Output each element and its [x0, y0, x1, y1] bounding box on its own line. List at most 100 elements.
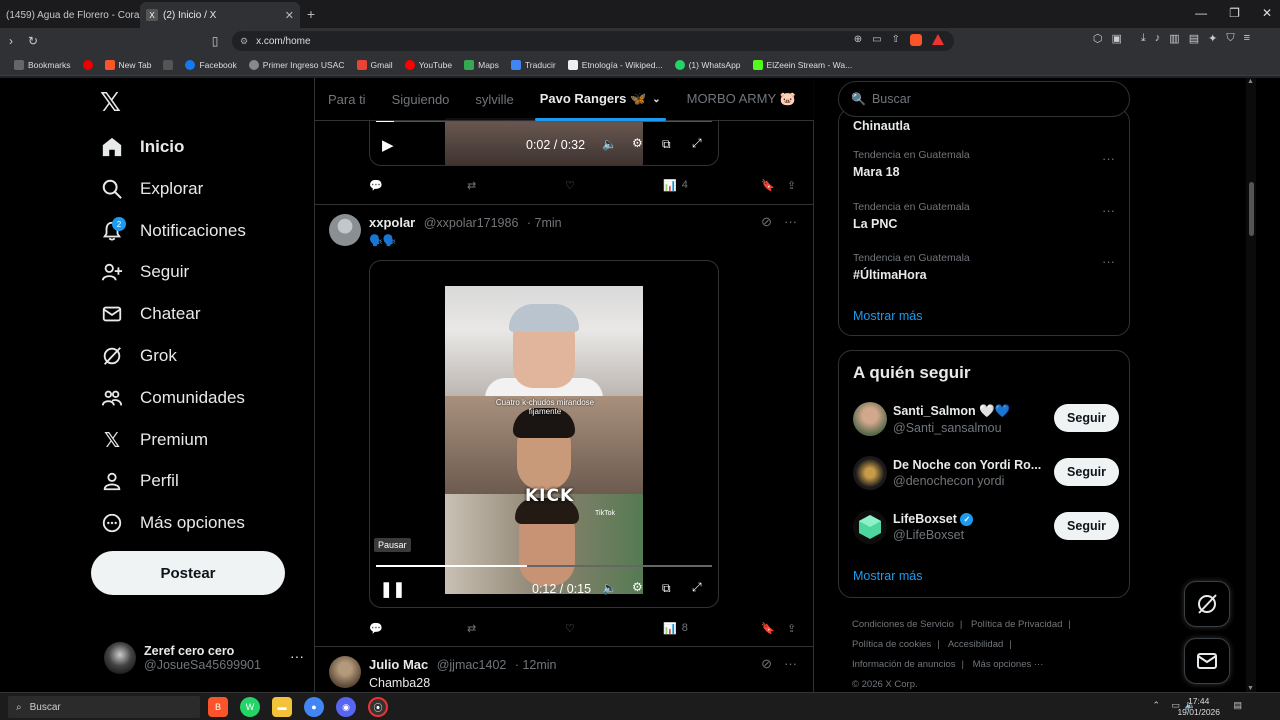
bookmark-icon[interactable]: 🔖 — [761, 622, 775, 635]
retweet-icon[interactable]: ⇄ — [467, 622, 476, 635]
tweet-author-name[interactable]: Julio Mac — [369, 657, 428, 672]
browser-tab-youtube[interactable]: (1459) Agua de Florero - Corazón Pa — [0, 2, 140, 28]
account-switcher[interactable]: Zeref cero cero @JosueSa45699901 ··· — [104, 636, 304, 680]
more-icon[interactable]: ··· — [784, 214, 797, 230]
bookmark-item[interactable]: Bookmarks — [14, 59, 71, 70]
close-tab-icon[interactable]: ✕ — [285, 9, 294, 22]
tab-sylville[interactable]: sylville — [462, 78, 526, 121]
follow-suggestion[interactable]: Santi_Salmon 🤍💙 @Santi_sansalmou Seguir — [853, 399, 1119, 439]
brave-shields-icon[interactable] — [910, 34, 922, 46]
site-info-icon[interactable]: ⚙ — [240, 36, 248, 47]
tweet-time[interactable]: · 12min — [515, 658, 557, 672]
footer-link[interactable]: Información de anuncios — [852, 659, 956, 670]
minimize-icon[interactable]: — — [1195, 6, 1207, 20]
footer-link[interactable]: Accesibilidad — [948, 639, 1003, 650]
trend-item[interactable]: Tendencia en Guatemala La PNC ··· — [853, 201, 1115, 231]
settings-icon[interactable]: ⚙ — [632, 580, 643, 594]
recorder-app-icon[interactable]: ⦿ — [368, 697, 388, 717]
bookmark-item[interactable] — [82, 59, 93, 70]
follow-button[interactable]: Seguir — [1054, 512, 1119, 540]
tweet-author-handle[interactable]: @jjmac1402 — [437, 658, 507, 672]
tweet-author-name[interactable]: xxpolar — [369, 215, 415, 230]
volume-icon[interactable]: 🔈 — [602, 581, 617, 595]
new-tab-button[interactable]: + — [300, 6, 322, 22]
footer-link[interactable]: Política de cookies — [852, 639, 931, 650]
views-button[interactable]: 📊 8 — [663, 622, 688, 635]
video-player[interactable]: ▶ 0:02 / 0:32 🔈 ⚙ ⧉ ⤢ — [369, 118, 719, 166]
tab-siguiendo[interactable]: Siguiendo — [379, 78, 463, 121]
nav-item-inicio[interactable]: Inicio — [100, 127, 184, 167]
more-icon[interactable]: ··· — [784, 656, 797, 672]
zoom-icon[interactable]: ⊕ — [854, 34, 862, 46]
close-window-icon[interactable]: ✕ — [1262, 6, 1272, 20]
nav-item-comunidades[interactable]: Comunidades — [100, 378, 245, 418]
messages-float-button[interactable] — [1184, 638, 1230, 684]
follow-button[interactable]: Seguir — [1054, 458, 1119, 486]
bookmark-item[interactable]: New Tab — [104, 59, 151, 70]
more-icon[interactable]: ··· — [1102, 254, 1115, 269]
follow-suggestion[interactable]: De Noche con Yordi Ro... @denochecon yor… — [853, 453, 1119, 493]
video-player[interactable]: Cuatro k-chudos mirandose fijamente KICK… — [369, 260, 719, 608]
pause-icon[interactable]: ❚❚ — [380, 580, 405, 598]
play-icon[interactable]: ▶ — [382, 136, 394, 154]
menu-icon[interactable]: ≡ — [1244, 32, 1250, 45]
more-icon[interactable]: ··· — [290, 648, 304, 664]
trend-item[interactable]: Chinautla — [853, 115, 1115, 133]
vpn-icon[interactable]: ⛉ — [1226, 32, 1234, 45]
trend-item[interactable]: Tendencia en Guatemala #ÚltimaHora ··· — [853, 252, 1115, 282]
address-bar[interactable]: ⚙ x.com/home ⊕ ▭ ⇧ — [232, 31, 954, 51]
tab-morbo-army[interactable]: MORBO ARMY 🐷 — [674, 78, 809, 121]
like-icon[interactable]: ♡ — [565, 622, 575, 635]
whatsapp-app-icon[interactable]: W — [240, 697, 260, 717]
reply-icon[interactable]: 💬 — [369, 179, 383, 192]
file-explorer-icon[interactable]: ▬ — [272, 697, 292, 717]
more-icon[interactable]: ··· — [1102, 203, 1115, 218]
wallet-icon[interactable]: ▣ — [1112, 32, 1122, 45]
nav-item-premium[interactable]: 𝕏 Premium — [100, 420, 208, 460]
scrollbar-thumb[interactable] — [1249, 182, 1254, 236]
like-icon[interactable]: ♡ — [565, 179, 575, 192]
nav-item-mas-opciones[interactable]: Más opciones — [100, 503, 245, 543]
bookmark-item[interactable]: Gmail — [356, 59, 393, 70]
page-scrollbar[interactable]: ▲ ▼ — [1246, 78, 1256, 692]
taskbar-clock[interactable]: 17:44 19/01/2026 — [1177, 696, 1220, 718]
chevron-down-icon[interactable]: ⌄ — [652, 94, 660, 105]
leo-icon[interactable]: ✦ — [1208, 32, 1217, 45]
video-progress-bar[interactable] — [376, 565, 712, 567]
bookmark-item[interactable]: YouTube — [404, 59, 452, 70]
scroll-down-icon[interactable]: ▼ — [1247, 685, 1254, 692]
pip-icon[interactable]: ⧉ — [662, 137, 671, 152]
forward-icon[interactable]: › — [0, 34, 22, 48]
nav-item-perfil[interactable]: Perfil — [100, 461, 179, 501]
taskbar-search[interactable]: ⌕ Buscar — [8, 696, 200, 718]
search-input[interactable]: 🔍 Buscar — [838, 81, 1130, 117]
nav-item-seguir[interactable]: Seguir — [100, 252, 189, 292]
extensions-icon[interactable]: ⬡ — [1093, 32, 1103, 45]
show-more-follow-link[interactable]: Mostrar más — [853, 569, 922, 583]
x-logo-icon[interactable]: 𝕏 — [100, 88, 121, 118]
grok-float-button[interactable] — [1184, 581, 1230, 627]
footer-link[interactable]: Condiciones de Servicio — [852, 619, 954, 630]
volume-icon[interactable]: 🔈 — [602, 137, 617, 151]
bookmark-item[interactable] — [163, 59, 174, 70]
maximize-icon[interactable]: ❐ — [1229, 6, 1240, 20]
footer-link[interactable]: Más opciones ··· — [973, 659, 1044, 670]
settings-icon[interactable]: ⚙ — [632, 136, 643, 150]
post-button[interactable]: Postear — [91, 551, 285, 595]
footer-link[interactable]: Política de Privacidad — [971, 619, 1062, 630]
bookmark-item[interactable]: Etnología - Wikiped... — [567, 59, 663, 70]
follow-button[interactable]: Seguir — [1054, 404, 1119, 432]
bookmark-page-icon[interactable]: ▯ — [204, 34, 226, 48]
downloads-icon[interactable]: ⤓ — [1141, 32, 1146, 45]
follow-suggestion[interactable]: LifeBoxset ✓ @LifeBoxset Seguir — [853, 507, 1119, 547]
nav-item-notificaciones[interactable]: 2 Notificaciones — [100, 211, 246, 251]
wallet2-icon[interactable]: ▤ — [1189, 32, 1199, 45]
avatar[interactable] — [329, 656, 361, 688]
tray-chevron-icon[interactable]: ⌃ — [1152, 700, 1160, 711]
brave-rewards-icon[interactable] — [932, 34, 944, 45]
nav-item-grok[interactable]: Grok — [100, 336, 177, 376]
browser-tab-x[interactable]: X (2) Inicio / X ✕ — [140, 2, 300, 28]
bookmark-icon[interactable]: 🔖 — [761, 179, 775, 192]
bookmark-item[interactable]: Primer Ingreso USAC — [248, 59, 345, 70]
tab-pavo-rangers[interactable]: Pavo Rangers 🦋 ⌄ — [527, 78, 674, 121]
